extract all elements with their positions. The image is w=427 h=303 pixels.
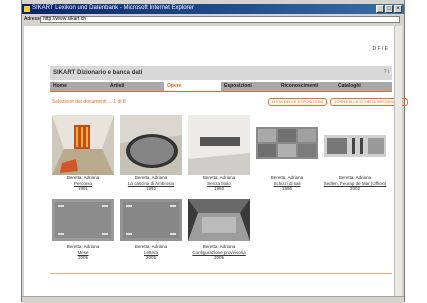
artwork-caption-5: Beretta, Adriana Sedlen, Feurap de Mar (… (315, 175, 395, 192)
tab-artisti[interactable]: Artisti (107, 82, 164, 91)
artwork-year: 2002 (349, 186, 360, 191)
artwork-thumb-6[interactable] (52, 199, 114, 241)
results-count: Selezione dei documenti ... 1 di 8 (52, 99, 126, 105)
address-input[interactable]: http://www.sikart.ch (40, 16, 400, 23)
artwork-thumb-4[interactable] (256, 115, 318, 175)
tab-esposizioni[interactable]: Esposizioni (221, 82, 278, 91)
window-title: SIKART Lexikon und Datenbank - Microsoft… (32, 5, 194, 11)
artwork-thumb-8[interactable] (188, 199, 250, 241)
language-links[interactable]: D F I E (372, 46, 388, 52)
tab-home[interactable]: Home (50, 82, 107, 91)
footer-separator (50, 273, 392, 274)
page-content: D F I E SIKART Dizionario e banca dati ?… (24, 26, 408, 296)
sikart-site: D F I E SIKART Dizionario e banca dati ?… (50, 42, 408, 288)
browser-window: SIKART Lexikon und Datenbank - Microsoft… (21, 0, 408, 303)
close-icon[interactable]: × (394, 5, 402, 13)
main-nav: Home Artisti Opere Esposizioni Riconosci… (50, 82, 392, 91)
minimize-icon[interactable]: _ (376, 5, 384, 13)
artwork-year: 2005 (213, 255, 224, 260)
exhibitions-list-button[interactable]: LISTA DELLE ESPOSIZIONI (268, 98, 328, 106)
artwork-caption-8: Beretta, Adriana Configurazione provviso… (179, 244, 259, 261)
artwork-thumb-5[interactable] (324, 115, 386, 175)
tab-riconoscimenti[interactable]: Riconoscimenti (278, 82, 335, 91)
window-titlebar: SIKART Lexikon und Datenbank - Microsoft… (22, 4, 404, 14)
artwork-thumb-1[interactable] (52, 115, 114, 175)
maximize-icon[interactable]: □ (385, 5, 393, 13)
artwork-thumb-7[interactable] (120, 199, 182, 241)
vertical-scrollbar[interactable] (394, 26, 402, 296)
nav-underline (50, 91, 392, 92)
artwork-thumb-2[interactable] (120, 115, 182, 175)
help-info-icons[interactable]: ? i (384, 69, 389, 75)
ie-icon (24, 6, 30, 12)
site-header: SIKART Dizionario e banca dati ? i (50, 66, 392, 80)
address-bar: Adresse http://www.sikart.ch (22, 15, 404, 24)
tab-cataloghi[interactable]: Cataloghi (335, 82, 392, 91)
tab-opere[interactable]: Opere (164, 82, 221, 91)
site-brand: SIKART Dizionario e banca dati (53, 70, 143, 76)
artwork-thumb-3[interactable] (188, 115, 250, 175)
